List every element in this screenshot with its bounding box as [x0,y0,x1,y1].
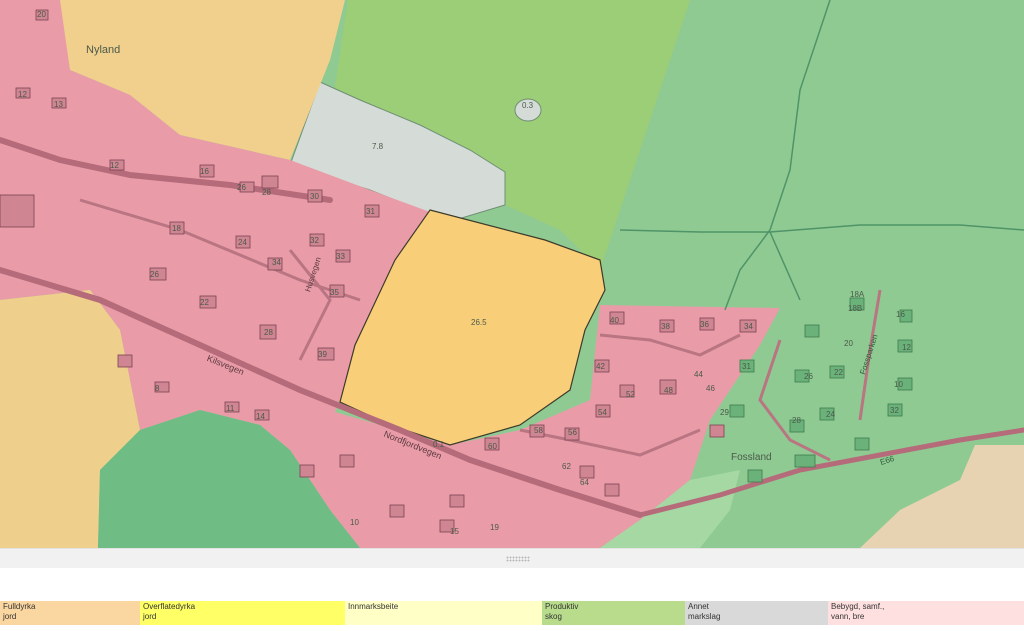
house-number: 31 [742,362,751,371]
house-number: 58 [534,426,543,435]
legend-item-label: Annet [688,602,709,611]
place-name-nyland: Nyland [86,44,121,56]
house-number: 42 [596,362,605,371]
house-number: 46 [706,384,715,393]
house-number: 16 [896,310,905,319]
house-number: 22 [834,368,843,377]
house-number: 20 [37,10,46,19]
house-number: 30 [310,192,319,201]
house-number: 12 [902,343,911,352]
building [604,483,620,497]
building [261,175,279,189]
house-number: 22 [200,298,209,307]
legend-item-label: vann, bre [831,612,865,621]
legend-panel: Fulldyrka jord Overflatedyrka jord Innmarksb… [0,568,1024,631]
legend-item-label: skog [545,612,562,621]
house-number: 33 [336,252,345,261]
house-number: 56 [568,428,577,437]
house-number: 11 [226,404,235,413]
house-number: 19 [490,523,499,532]
legend-item-label: jord [3,612,17,621]
drag-handle-icon[interactable] [506,556,530,562]
house-number: 54 [598,408,607,417]
panel-splitter[interactable] [0,548,1024,568]
house-number: 24 [238,238,247,247]
parcel-area-label: 0.3 [522,101,534,110]
parcel-area-label: 0.1 [433,440,445,449]
house-number: 35 [330,288,339,297]
house-number: 10 [350,518,359,527]
house-number: 48 [664,386,673,395]
house-number: 29 [720,408,729,417]
building [0,194,35,228]
house-number: 24 [826,410,835,419]
map-view[interactable]: Nyland Fossland Kilsvegen Nordfjordvegen… [0,0,1024,548]
building [449,494,465,508]
legend-item-label: jord [143,612,157,621]
building [579,465,595,479]
building [729,404,745,418]
place-name-fossland: Fossland [731,452,772,463]
legend-item-label: Fulldyrka [3,602,36,611]
building [299,464,315,478]
building [117,354,133,368]
house-number: 26 [804,372,813,381]
house-number: 34 [272,258,281,267]
house-number: 15 [450,527,459,536]
house-number: 10 [894,380,903,389]
building [854,437,870,451]
house-number: 52 [626,390,635,399]
house-number: 18 [172,224,181,233]
house-number: 20 [844,339,853,348]
legend-item-label: Overflatedyrka [143,602,196,611]
house-number: 40 [610,316,619,325]
building [747,469,763,483]
legend-item-label: markslag [688,612,721,621]
legend-item-fulldyrka: Fulldyrka jord [0,601,140,625]
house-number: 26 [150,270,159,279]
house-number: 64 [580,478,589,487]
building [804,324,820,338]
house-number: 18B [848,304,863,313]
house-number: 8 [155,384,160,393]
legend-bar: Fulldyrka jord Overflatedyrka jord Innmarksb… [0,601,1024,625]
legend-item-innmarksbeite: Innmarksbeite [345,601,542,625]
house-number: 28 [792,416,801,425]
building [709,424,725,438]
house-number: 44 [694,370,703,379]
house-number: 32 [310,236,319,245]
parcel-area-label: 26.5 [471,318,487,327]
house-number: 38 [661,322,670,331]
house-number: 26 [237,183,246,192]
house-number: 18A [850,290,865,299]
house-number: 28 [262,188,271,197]
house-number: 12 [110,161,119,170]
house-number: 14 [256,412,265,421]
legend-item-annet-markslag: Annet markslag [685,601,828,625]
legend-item-bebygd: Bebygd, samf., vann, bre [828,601,1024,625]
legend-item-overflatedyrka: Overflatedyrka jord [140,601,345,625]
house-number: 12 [18,90,27,99]
building [794,454,816,468]
house-number: 62 [562,462,571,471]
house-number: 39 [318,350,327,359]
parcel-area-label: 7.8 [372,142,384,151]
building [389,504,405,518]
house-number: 36 [700,320,709,329]
legend-item-label: Bebygd, samf., [831,602,885,611]
legend-item-produktiv-skog: Produktiv skog [542,601,685,625]
house-number: 16 [200,167,209,176]
legend-item-label: Produktiv [545,602,579,611]
legend-item-label: Innmarksbeite [348,602,399,611]
house-number: 34 [744,322,753,331]
house-number: 32 [890,406,899,415]
building [339,454,355,468]
house-number: 60 [488,442,497,451]
house-number: 13 [54,100,63,109]
house-number: 31 [366,207,375,216]
house-number: 28 [264,328,273,337]
